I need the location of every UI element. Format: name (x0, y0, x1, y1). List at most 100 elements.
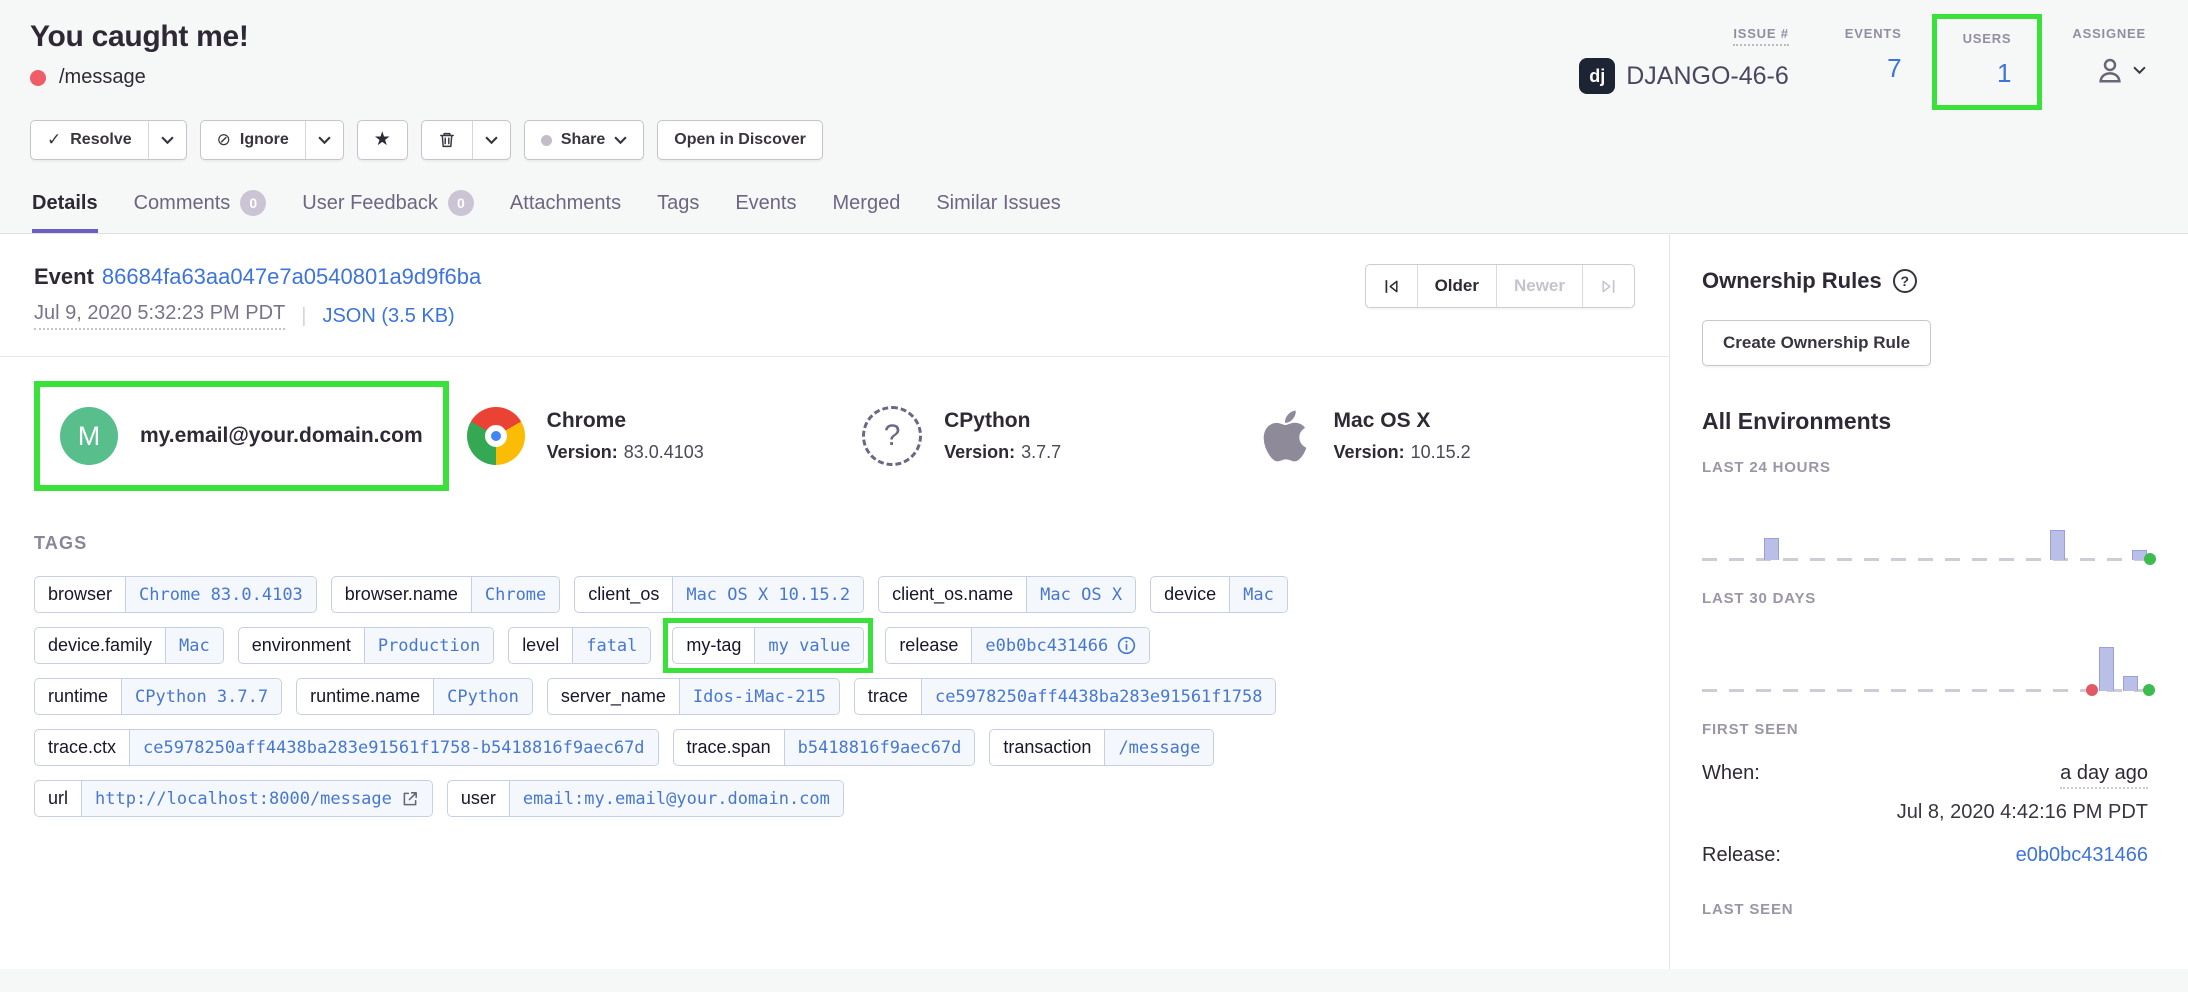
person-icon (2095, 55, 2125, 85)
tag-value-link[interactable]: /message (1104, 730, 1213, 765)
action-group-delete (421, 120, 511, 160)
action-group-open-in-discover: Open in Discover (657, 120, 823, 160)
last-30-days-label: LAST 30 DAYS (1702, 590, 2148, 607)
user-annotation-box: Mmy.email@your.domain.com (34, 381, 449, 491)
tag-key: user (448, 781, 509, 816)
tag-value-text: e0b0bc431466 (985, 636, 1108, 656)
tag-list: browserChrome 83.0.4103browser.nameChrom… (34, 576, 1354, 817)
create-ownership-rule-button[interactable]: Create Ownership Rule (1702, 320, 1931, 366)
oldest-event-button[interactable] (1366, 265, 1417, 307)
resolve-button[interactable]: ✓Resolve (31, 121, 148, 159)
tab-label: Details (32, 192, 98, 215)
tag-pill-runtime: runtimeCPython 3.7.7 (34, 678, 282, 715)
help-icon[interactable]: ? (1893, 269, 1917, 293)
tag-value-link[interactable]: e0b0bc431466 (971, 628, 1149, 663)
all-environments-title: All Environments (1702, 408, 2148, 435)
newer-event-button[interactable]: Newer (1496, 265, 1582, 307)
tag-key: client_os.name (879, 577, 1026, 612)
external-link-icon[interactable] (401, 790, 419, 808)
tab-merged[interactable]: Merged (833, 190, 901, 233)
tag-value-text: b5418816f9aec67d (798, 738, 962, 758)
tab-tags[interactable]: Tags (657, 190, 699, 233)
tag-value-link[interactable]: ce5978250aff4438ba283e91561f1758 (921, 679, 1276, 714)
tag-key: device.family (35, 628, 165, 663)
older-event-button[interactable]: Older (1417, 265, 1496, 307)
issue-tabs: Details Comments0 User Feedback0 Attachment… (30, 190, 2152, 233)
tag-value-text: Mac OS X 10.15.2 (686, 585, 850, 605)
info-icon[interactable] (1117, 636, 1136, 655)
resolve-dropdown-button[interactable] (148, 121, 186, 159)
issue-culprit: /message (59, 66, 146, 89)
open-in-discover-button[interactable]: Open in Discover (658, 121, 822, 159)
tag-key: runtime.name (297, 679, 433, 714)
events-count-link[interactable]: 7 (1887, 53, 1901, 84)
tag-pill-client-os: client_osMac OS X 10.15.2 (574, 576, 864, 613)
tags-section: TAGS browserChrome 83.0.4103browser.name… (34, 533, 1635, 817)
tag-pill-browser: browserChrome 83.0.4103 (34, 576, 317, 613)
tab-attachments[interactable]: Attachments (510, 190, 621, 233)
tag-value-text: Mac OS X (1040, 585, 1122, 605)
tag-value-link[interactable]: fatal (572, 628, 650, 663)
tab-user-feedback[interactable]: User Feedback0 (302, 190, 474, 233)
version-value: 10.15.2 (1411, 442, 1471, 462)
tab-label: Merged (833, 192, 901, 215)
when-label: When: (1702, 762, 1760, 785)
chrome-icon (467, 407, 525, 465)
context-card-title: Mac OS X (1334, 409, 1471, 433)
tag-value-link[interactable]: Mac OS X (1026, 577, 1135, 612)
tag-key: environment (239, 628, 364, 663)
version-label: Version: (944, 442, 1015, 462)
context-card-user: Mmy.email@your.domain.com (52, 401, 431, 471)
event-timestamp: Jul 9, 2020 5:32:23 PM PDT (34, 302, 285, 330)
tab-badge: 0 (448, 190, 474, 216)
tag-value-link[interactable]: http://localhost:8000/message (81, 781, 432, 816)
issue-stats: ISSUE # dj DJANGO-46-6 EVENTS 7 USERS 1 … (1579, 18, 2152, 94)
assignee-dropdown[interactable] (2095, 53, 2146, 85)
users-count-link[interactable]: 1 (1997, 58, 2011, 89)
tag-value-link[interactable]: Mac (1229, 577, 1287, 612)
tag-value-link[interactable]: my value (754, 628, 863, 663)
tag-value-text: ce5978250aff4438ba283e91561f1758 (935, 687, 1263, 707)
tag-value-link[interactable]: ce5978250aff4438ba283e91561f1758-b541881… (129, 730, 658, 765)
tag-value-link[interactable]: CPython 3.7.7 (121, 679, 281, 714)
event-heading: Event 86684fa63aa047e7a0540801a9d9f6ba Ju… (34, 264, 481, 330)
issue-number-label: ISSUE # (1733, 26, 1788, 46)
tab-similar-issues[interactable]: Similar Issues (936, 190, 1060, 233)
tab-label: Attachments (510, 192, 621, 215)
event-id-link[interactable]: 86684fa63aa047e7a0540801a9d9f6ba (102, 264, 481, 289)
delete-dropdown-button[interactable] (472, 121, 510, 159)
first-seen-release-link[interactable]: e0b0bc431466 (2016, 844, 2148, 867)
context-card-title: CPython (944, 409, 1061, 433)
tag-pill-my-tag: my-tagmy value (672, 627, 864, 664)
tag-value-link[interactable]: Chrome (471, 577, 559, 612)
check-icon: ✓ (47, 129, 61, 151)
tag-value-link[interactable]: email:my.email@your.domain.com (509, 781, 843, 816)
tab-comments[interactable]: Comments0 (134, 190, 267, 233)
ignore-dropdown-button[interactable] (305, 121, 343, 159)
action-group-resolve: ✓Resolve (30, 120, 187, 160)
tag-value-link[interactable]: Idos-iMac-215 (679, 679, 839, 714)
ignore-button[interactable]: ⊘Ignore (201, 121, 305, 159)
delete-button[interactable] (422, 121, 472, 159)
tag-value-text: Chrome 83.0.4103 (139, 585, 303, 605)
bookmark-button[interactable]: ★ (358, 121, 407, 159)
tag-value-link[interactable]: CPython (433, 679, 532, 714)
tag-value-link[interactable]: b5418816f9aec67d (784, 730, 975, 765)
latest-event-button[interactable] (1582, 265, 1634, 307)
tag-value-text: email:my.email@your.domain.com (523, 789, 830, 809)
tag-key: device (1151, 577, 1229, 612)
section-divider (0, 356, 1669, 357)
tag-value-link[interactable]: Mac (165, 628, 223, 663)
tag-value-link[interactable]: Mac OS X 10.15.2 (672, 577, 863, 612)
event-label: Event (34, 264, 94, 289)
tag-pill-trace-span: trace.spanb5418816f9aec67d (673, 729, 976, 766)
tab-details[interactable]: Details (32, 190, 98, 233)
tag-value-link[interactable]: Chrome 83.0.4103 (125, 577, 316, 612)
context-summary: Mmy.email@your.domain.comChromeVersion:8… (34, 381, 1635, 491)
json-download-link[interactable]: JSON (3.5 KB) (322, 305, 454, 328)
context-card-text: Mac OS XVersion:10.15.2 (1334, 409, 1471, 463)
tag-value-link[interactable]: Production (364, 628, 493, 663)
tab-events[interactable]: Events (735, 190, 796, 233)
share-button[interactable]: Share (525, 121, 643, 159)
version-label: Version: (547, 442, 618, 462)
